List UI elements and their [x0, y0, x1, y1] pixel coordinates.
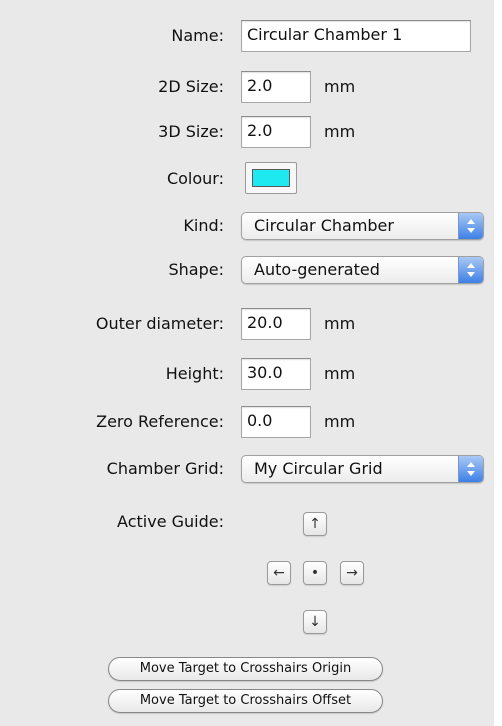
size-3d-unit: mm — [324, 122, 356, 141]
guide-right-button[interactable]: → — [340, 561, 364, 585]
height-field[interactable]: 30.0 — [241, 358, 311, 390]
arrow-right-icon: → — [346, 565, 358, 581]
zero-reference-unit: mm — [324, 412, 356, 431]
outer-diameter-unit: mm — [324, 314, 356, 333]
chamber-grid-label: Chamber Grid: — [106, 459, 224, 478]
kind-label: Kind: — [183, 216, 224, 235]
outer-diameter-field[interactable]: 20.0 — [241, 308, 311, 340]
up-down-chevron-icon — [458, 456, 483, 482]
kind-selected: Circular Chamber — [254, 216, 394, 235]
arrow-up-icon: ↑ — [309, 516, 321, 532]
chamber-grid-popup[interactable]: My Circular Grid — [241, 455, 484, 483]
up-down-chevron-icon — [458, 213, 483, 239]
arrow-down-icon: ↓ — [309, 614, 321, 630]
shape-selected: Auto-generated — [254, 260, 380, 279]
chamber-grid-selected: My Circular Grid — [254, 459, 383, 478]
shape-popup[interactable]: Auto-generated — [241, 256, 484, 284]
up-down-chevron-icon — [458, 257, 483, 283]
move-target-origin-button[interactable]: Move Target to Crosshairs Origin — [108, 657, 383, 681]
size-2d-label: 2D Size: — [158, 77, 224, 96]
height-unit: mm — [324, 364, 356, 383]
arrow-left-icon: ← — [273, 565, 285, 581]
name-label: Name: — [171, 26, 224, 45]
guide-left-button[interactable]: ← — [267, 561, 291, 585]
move-target-offset-button[interactable]: Move Target to Crosshairs Offset — [108, 689, 383, 713]
guide-up-button[interactable]: ↑ — [303, 512, 327, 536]
name-field[interactable]: Circular Chamber 1 — [241, 20, 471, 52]
height-label: Height: — [165, 364, 224, 383]
zero-reference-label: Zero Reference: — [96, 412, 224, 431]
kind-popup[interactable]: Circular Chamber — [241, 212, 484, 240]
guide-center-button[interactable]: • — [303, 561, 327, 585]
colour-well[interactable] — [245, 162, 297, 194]
shape-label: Shape: — [168, 260, 225, 279]
size-2d-field[interactable]: 2.0 — [241, 71, 311, 103]
properties-panel: Name: Circular Chamber 1 2D Size: 2.0 mm… — [0, 0, 494, 726]
size-3d-label: 3D Size: — [158, 122, 224, 141]
dot-icon: • — [310, 565, 320, 581]
active-guide-label: Active Guide: — [117, 512, 224, 531]
guide-down-button[interactable]: ↓ — [303, 610, 327, 634]
outer-diameter-label: Outer diameter: — [95, 314, 224, 333]
size-2d-unit: mm — [324, 77, 356, 96]
size-3d-field[interactable]: 2.0 — [241, 116, 311, 148]
colour-label: Colour: — [166, 169, 224, 188]
zero-reference-field[interactable]: 0.0 — [241, 406, 311, 438]
colour-swatch — [252, 169, 290, 187]
